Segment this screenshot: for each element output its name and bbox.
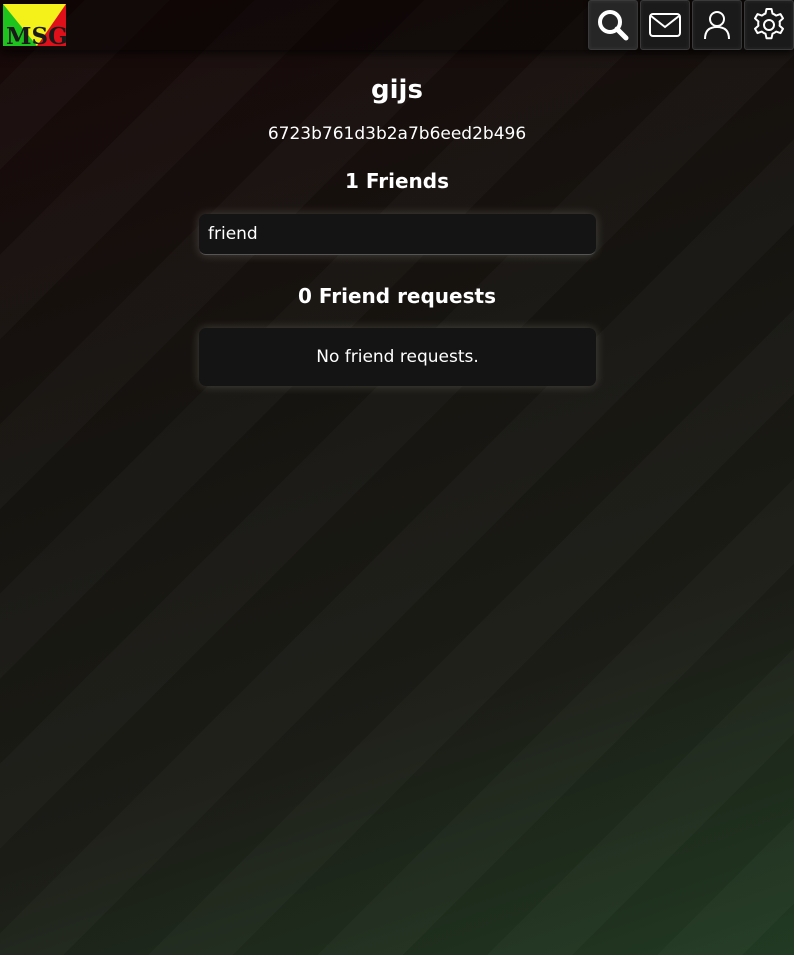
friend-list-item[interactable]: friend xyxy=(199,214,596,255)
search-icon xyxy=(598,10,629,41)
profile-page: gijs 6723b761d3b2a7b6eed2b496 1 Friends … xyxy=(0,50,794,386)
messages-button[interactable] xyxy=(640,0,690,50)
profile-button[interactable] xyxy=(692,0,742,50)
friends-heading: 1 Friends xyxy=(344,169,449,193)
user-icon xyxy=(704,11,730,40)
friend-requests-empty: No friend requests. xyxy=(199,328,596,386)
username-heading: gijs xyxy=(371,75,423,105)
top-bar: MSG xyxy=(0,0,794,50)
logo-text: MSG xyxy=(6,23,66,46)
settings-button[interactable] xyxy=(744,0,794,50)
logo-graphic: MSG xyxy=(3,4,68,50)
search-button[interactable] xyxy=(588,0,638,50)
app-logo[interactable]: MSG xyxy=(3,4,68,50)
gear-icon xyxy=(754,8,784,40)
mail-icon xyxy=(649,13,681,37)
friend-requests-heading: 0 Friend requests xyxy=(298,284,496,308)
nav-bar xyxy=(588,0,794,50)
user-id: 6723b761d3b2a7b6eed2b496 xyxy=(267,124,527,144)
